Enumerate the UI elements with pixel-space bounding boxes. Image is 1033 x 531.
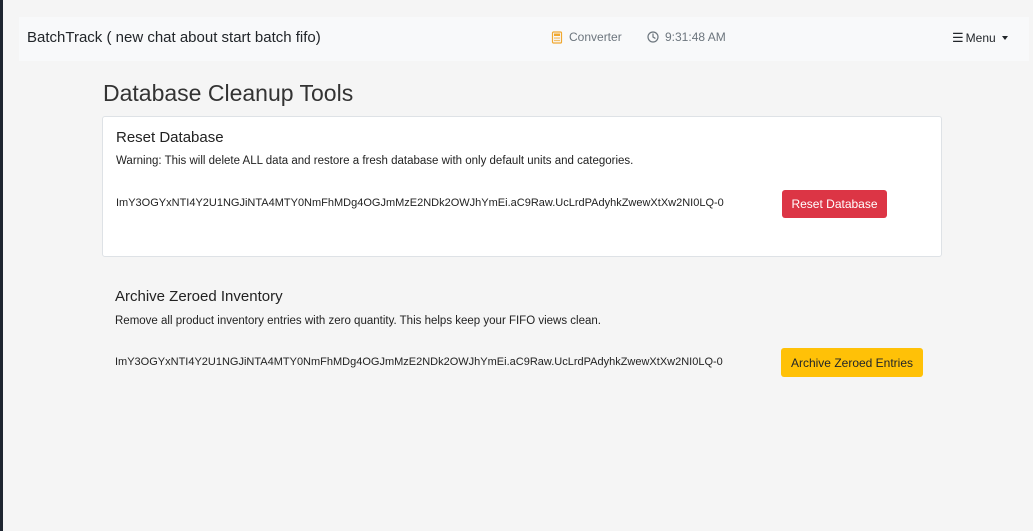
menu-dropdown-toggle[interactable]: ☰ Menu xyxy=(952,30,1008,46)
calculator-icon xyxy=(551,30,563,44)
page-viewport: BatchTrack ( new chat about start batch … xyxy=(3,0,1033,531)
caret-down-icon xyxy=(1001,36,1008,40)
reset-database-card xyxy=(102,116,942,257)
top-navbar: BatchTrack ( new chat about start batch … xyxy=(19,17,1029,61)
converter-label: Converter xyxy=(569,30,622,44)
reset-section-title: Reset Database xyxy=(116,129,224,146)
converter-link[interactable]: Converter xyxy=(551,30,622,44)
clock-icon xyxy=(647,31,659,43)
reset-csrf-token: ImY3OGYxNTI4Y2U1NGJiNTA4MTY0NmFhMDg4OGJm… xyxy=(116,197,724,209)
menu-label: Menu xyxy=(965,31,996,45)
archive-csrf-token: ImY3OGYxNTI4Y2U1NGJiNTA4MTY0NmFhMDg4OGJm… xyxy=(115,356,723,368)
app-brand[interactable]: BatchTrack ( new chat about start batch … xyxy=(27,29,321,46)
reset-section-description: Warning: This will delete ALL data and r… xyxy=(116,155,634,167)
clock-time: 9:31:48 AM xyxy=(665,30,726,44)
page-title: Database Cleanup Tools xyxy=(103,80,354,106)
archive-section-title: Archive Zeroed Inventory xyxy=(115,288,283,305)
hamburger-icon: ☰ xyxy=(952,30,964,45)
archive-zeroed-entries-button[interactable]: Archive Zeroed Entries xyxy=(781,348,923,377)
reset-database-button[interactable]: Reset Database xyxy=(782,190,887,218)
clock-display: 9:31:48 AM xyxy=(647,30,726,44)
archive-section-description: Remove all product inventory entries wit… xyxy=(115,315,601,327)
